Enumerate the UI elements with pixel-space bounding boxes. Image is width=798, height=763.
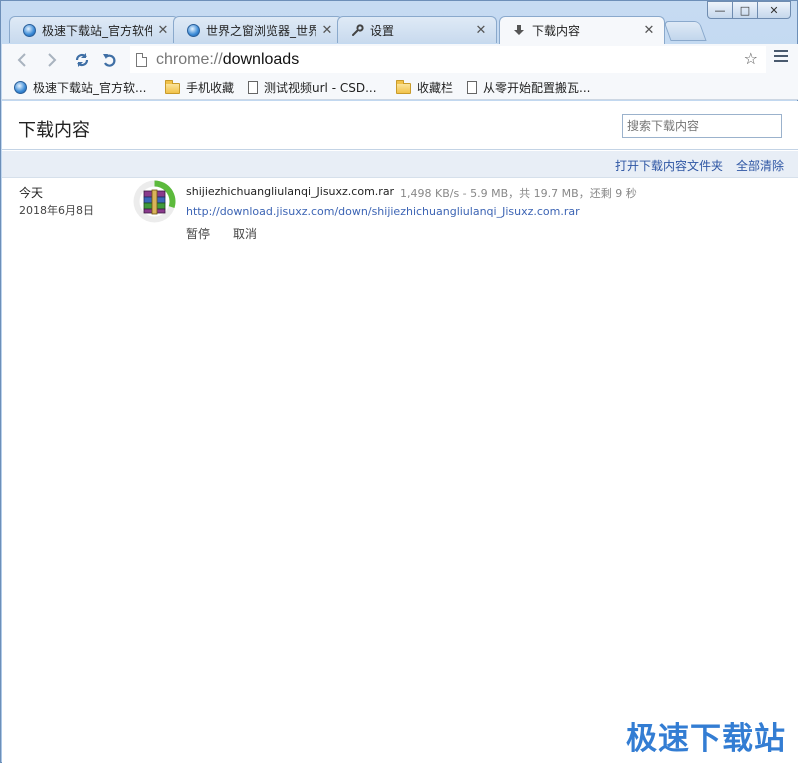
back-arrow-icon xyxy=(17,53,26,67)
bookmark-label: 从零开始配置搬瓦... xyxy=(483,80,591,95)
reload-button[interactable] xyxy=(68,46,96,74)
url-host: downloads xyxy=(222,50,300,68)
url-scheme: chrome:// xyxy=(156,50,223,68)
menu-icon[interactable] xyxy=(774,50,788,65)
tab-title: 世界之窗浏览器_世界 xyxy=(206,23,316,38)
maximize-icon: □ xyxy=(739,3,751,17)
bookmark-folder-mobile[interactable]: 手机收藏 xyxy=(165,79,234,96)
url-text[interactable]: chrome://downloads xyxy=(156,51,299,69)
search-input[interactable] xyxy=(622,114,782,138)
downloads-page: 下载内容 打开下载内容文件夹 全部清除 今天 2018年6月8日 shijiez… xyxy=(2,101,798,763)
action-bar: 打开下载内容文件夹 全部清除 xyxy=(2,151,798,178)
page-header: 下载内容 xyxy=(2,101,798,150)
close-window-button[interactable]: ✕ xyxy=(757,1,791,19)
clear-all-link[interactable]: 全部清除 xyxy=(736,157,784,174)
pause-button[interactable]: 暂停 xyxy=(186,225,210,242)
bookmark-label: 收藏栏 xyxy=(417,80,454,95)
page-icon xyxy=(136,52,147,67)
download-filename[interactable]: shijiezhichuangliulanqi_Jisuxz.com.rar xyxy=(186,185,394,198)
close-icon: ✕ xyxy=(769,3,779,17)
bookmark-jisuxz[interactable]: 极速下载站_官方软... xyxy=(14,79,146,96)
toolbar: chrome://downloads ☆ xyxy=(2,44,798,75)
download-date: 2018年6月8日 xyxy=(19,204,94,217)
forward-arrow-icon xyxy=(48,53,57,67)
browser-window: — □ ✕ 极速下载站_官方软件 ✕ 世界之窗浏览器_世界 ✕ 设置 ✕ 下载内… xyxy=(0,0,798,763)
forward-button[interactable] xyxy=(38,46,66,74)
undo-icon xyxy=(103,54,116,67)
page-icon xyxy=(467,80,477,94)
globe-icon xyxy=(22,23,36,37)
wrench-icon xyxy=(350,23,364,37)
cancel-button[interactable]: 取消 xyxy=(233,225,257,242)
bookmark-label: 极速下载站_官方软... xyxy=(33,80,147,95)
watermark-logo: 极速下载站 xyxy=(626,721,786,757)
bookmarks-bar: 极速下载站_官方软... 手机收藏 测试视频url - CSD... 收藏栏 从… xyxy=(2,75,798,100)
reload-icon xyxy=(75,53,89,67)
tab-close-icon[interactable]: ✕ xyxy=(320,23,334,38)
bookmark-folder-favorites[interactable]: 收藏栏 xyxy=(396,79,453,96)
download-day: 今天 xyxy=(19,186,44,200)
tab-title: 设置 xyxy=(370,23,395,38)
globe-icon xyxy=(14,80,27,94)
tab-strip: 极速下载站_官方软件 ✕ 世界之窗浏览器_世界 ✕ 设置 ✕ 下载内容 ✕ xyxy=(9,16,709,44)
download-status: 1,498 KB/s - 5.9 MB，共 19.7 MB，还剩 9 秒 xyxy=(400,187,637,200)
folder-icon xyxy=(396,79,411,94)
minimize-icon: — xyxy=(714,3,726,17)
maximize-button[interactable]: □ xyxy=(732,1,758,19)
tab-close-icon[interactable]: ✕ xyxy=(642,23,656,38)
bookmark-star-icon[interactable]: ☆ xyxy=(744,49,758,68)
tab-downloads[interactable]: 下载内容 ✕ xyxy=(499,16,665,44)
tab-title: 下载内容 xyxy=(532,24,581,38)
tab-title: 极速下载站_官方软件 xyxy=(42,23,152,38)
page-title: 下载内容 xyxy=(18,120,90,141)
tab-close-icon[interactable]: ✕ xyxy=(474,23,488,38)
bookmark-label: 手机收藏 xyxy=(186,80,235,95)
back-button[interactable] xyxy=(8,46,36,74)
bookmark-test-video[interactable]: 测试视频url - CSD... xyxy=(248,79,377,96)
folder-icon xyxy=(165,79,180,94)
tab-close-icon[interactable]: ✕ xyxy=(156,23,170,38)
minimize-button[interactable]: — xyxy=(707,1,733,19)
globe-icon xyxy=(186,23,200,37)
page-icon xyxy=(248,80,258,94)
address-bar[interactable]: chrome://downloads xyxy=(130,46,766,73)
tab-jisuxz[interactable]: 极速下载站_官方软件 ✕ xyxy=(9,16,179,43)
bookmark-label: 测试视频url - CSD... xyxy=(264,80,377,95)
rar-file-icon xyxy=(133,180,176,223)
tab-settings[interactable]: 设置 ✕ xyxy=(337,16,497,43)
new-tab-button[interactable] xyxy=(663,21,707,41)
open-downloads-folder-link[interactable]: 打开下载内容文件夹 xyxy=(615,157,723,174)
bookmark-bandwagon[interactable]: 从零开始配置搬瓦... xyxy=(467,79,590,96)
tab-theworld[interactable]: 世界之窗浏览器_世界 ✕ xyxy=(173,16,343,43)
window-controls: — □ ✕ xyxy=(707,1,791,19)
download-url-link[interactable]: http://download.jisuxz.com/down/shijiezh… xyxy=(186,205,580,218)
undo-close-button[interactable] xyxy=(96,46,124,74)
download-icon xyxy=(512,24,526,38)
